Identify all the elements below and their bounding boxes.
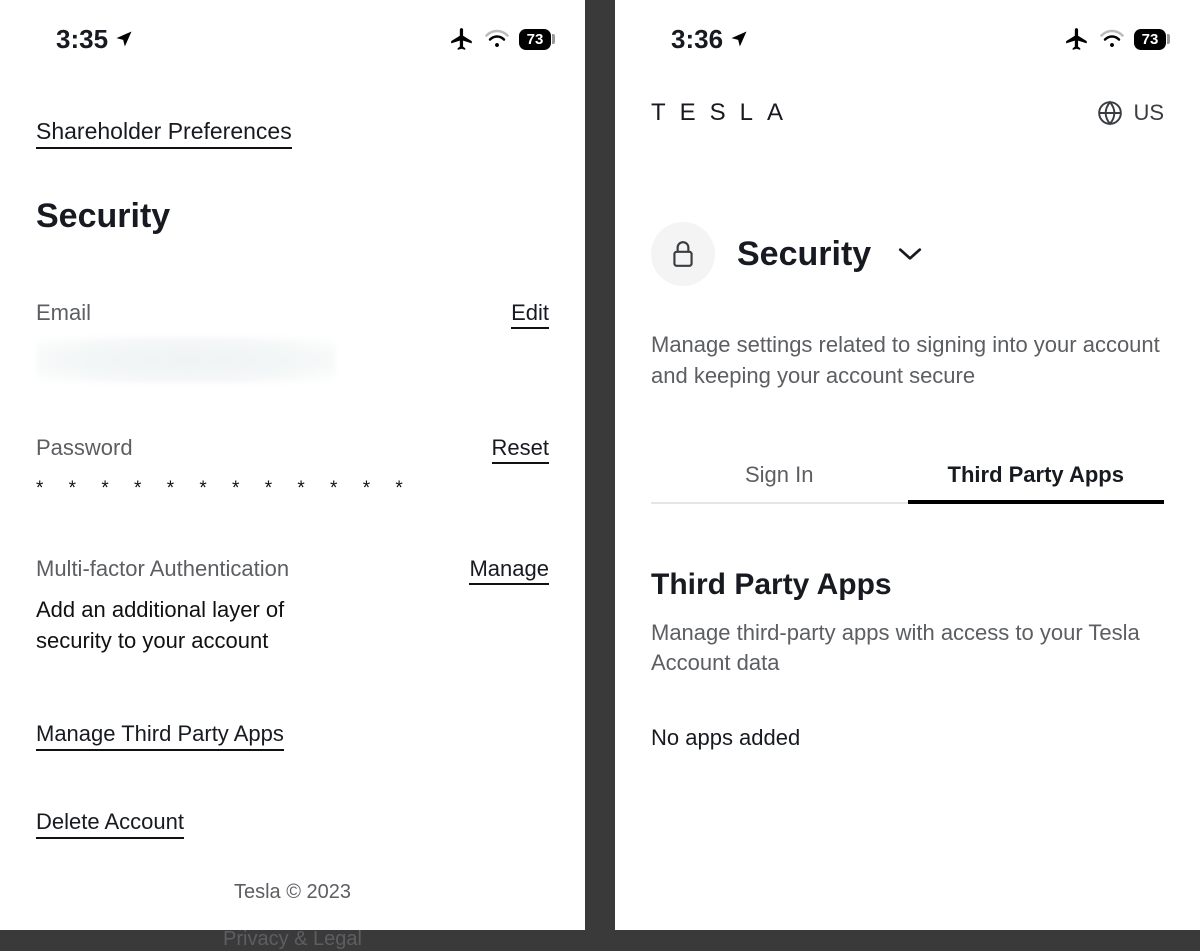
tab-sign-in[interactable]: Sign In xyxy=(651,448,908,502)
security-header[interactable]: Security xyxy=(651,222,1164,286)
battery-level: 73 xyxy=(1134,29,1166,50)
globe-icon xyxy=(1097,100,1123,126)
chevron-down-icon[interactable] xyxy=(897,246,923,262)
lock-icon-circle xyxy=(651,222,715,286)
password-reset-link[interactable]: Reset xyxy=(492,435,549,464)
third-party-apps-description: Manage third-party apps with access to y… xyxy=(651,618,1164,680)
status-time: 3:35 xyxy=(56,24,108,55)
shareholder-preferences-link[interactable]: Shareholder Preferences xyxy=(36,118,292,149)
status-bar: 3:36 73 xyxy=(615,0,1200,60)
battery-icon: 73 xyxy=(519,29,555,50)
left-screen: 3:35 73 Shareholder Prefe xyxy=(0,0,585,930)
left-content: Shareholder Preferences Security Email E… xyxy=(0,118,585,951)
battery-icon: 73 xyxy=(1134,29,1170,50)
security-heading: Security xyxy=(36,197,549,236)
region-label: US xyxy=(1133,100,1164,126)
screen-divider xyxy=(585,0,615,930)
status-time: 3:36 xyxy=(671,24,723,55)
email-label: Email xyxy=(36,300,91,326)
mfa-manage-link[interactable]: Manage xyxy=(469,556,549,585)
footer-copyright: Tesla © 2023 xyxy=(36,881,549,904)
password-row: Password Reset xyxy=(36,435,549,464)
status-icons: 73 xyxy=(449,26,555,52)
footer-privacy-legal-link[interactable]: Privacy & Legal xyxy=(36,928,549,951)
battery-level: 73 xyxy=(519,29,551,50)
third-party-apps-empty-state: No apps added xyxy=(651,725,1164,751)
right-screen: 3:36 73 xyxy=(615,0,1200,930)
region-selector[interactable]: US xyxy=(1097,100,1164,126)
password-label: Password xyxy=(36,435,133,461)
security-description: Manage settings related to signing into … xyxy=(651,330,1164,392)
tab-third-party-apps[interactable]: Third Party Apps xyxy=(908,448,1165,502)
lock-icon xyxy=(670,239,696,269)
mfa-row: Multi-factor Authentication Manage xyxy=(36,556,549,585)
airplane-mode-icon xyxy=(449,26,475,52)
security-dropdown-title: Security xyxy=(737,235,871,274)
status-time-group: 3:36 xyxy=(645,24,749,55)
manage-third-party-apps-link[interactable]: Manage Third Party Apps xyxy=(36,721,284,751)
email-value-redacted xyxy=(36,337,336,383)
status-bar: 3:35 73 xyxy=(0,0,585,60)
status-time-group: 3:35 xyxy=(30,24,134,55)
footer: Tesla © 2023 Privacy & Legal xyxy=(36,881,549,951)
wifi-icon xyxy=(485,29,509,49)
password-mask: * * * * * * * * * * * * xyxy=(36,478,549,500)
status-icons: 73 xyxy=(1064,26,1170,52)
mfa-label: Multi-factor Authentication xyxy=(36,556,289,582)
brand-row: TESLA US xyxy=(651,100,1164,126)
svg-text:TESLA: TESLA xyxy=(651,101,797,125)
email-row: Email Edit xyxy=(36,300,549,329)
location-icon xyxy=(114,29,134,49)
right-content: TESLA US xyxy=(615,100,1200,751)
email-edit-link[interactable]: Edit xyxy=(511,300,549,329)
wifi-icon xyxy=(1100,29,1124,49)
mfa-description: Add an additional layer of security to y… xyxy=(36,595,356,657)
third-party-apps-heading: Third Party Apps xyxy=(651,568,1164,602)
security-tabs: Sign In Third Party Apps xyxy=(651,448,1164,504)
airplane-mode-icon xyxy=(1064,26,1090,52)
tesla-logo[interactable]: TESLA xyxy=(651,101,841,125)
location-icon xyxy=(729,29,749,49)
delete-account-link[interactable]: Delete Account xyxy=(36,809,184,839)
